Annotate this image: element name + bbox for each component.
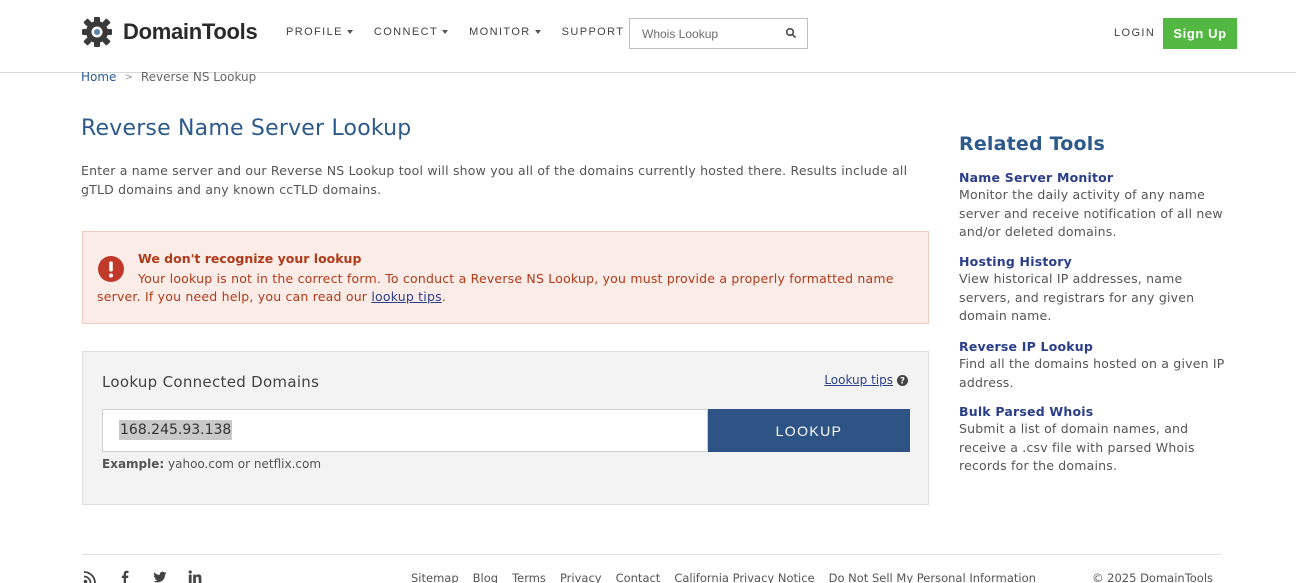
tool-description: View historical IP addresses, name serve… — [959, 271, 1195, 323]
login-link[interactable]: LOGIN — [1114, 27, 1155, 39]
twitter-icon[interactable] — [153, 570, 167, 583]
tool-name-server-monitor-link[interactable]: Name Server Monitor — [959, 170, 1229, 185]
footer-link-privacy[interactable]: Privacy — [560, 571, 602, 583]
lookup-tips[interactable]: Lookup tips ? — [824, 373, 908, 387]
chevron-down-icon — [534, 30, 541, 34]
alert-message-text: Your lookup is not in the correct form. … — [97, 271, 894, 304]
search-icon[interactable] — [785, 27, 797, 39]
whois-search-box — [629, 18, 808, 49]
tool-hosting-history-link[interactable]: Hosting History — [959, 254, 1229, 269]
nav-support[interactable]: SUPPORT — [562, 26, 625, 38]
social-links — [83, 570, 223, 583]
page-intro: Enter a name server and our Reverse NS L… — [81, 163, 908, 197]
alert-title: We don't recognize your lookup — [138, 251, 362, 266]
lookup-panel-title: Lookup Connected Domains — [102, 373, 320, 391]
example-text: yahoo.com or netflix.com — [164, 457, 322, 471]
tool-bulk-parsed-whois-link[interactable]: Bulk Parsed Whois — [959, 404, 1229, 419]
footer-link-terms[interactable]: Terms — [512, 571, 546, 583]
related-tool-item: Hosting History View historical IP addre… — [959, 254, 1229, 326]
tool-description: Submit a list of domain names, and recei… — [959, 421, 1195, 473]
tool-description: Find all the domains hosted on a given I… — [959, 356, 1225, 390]
chevron-down-icon — [346, 30, 353, 34]
footer-link-do-not-sell[interactable]: Do Not Sell My Personal Information — [829, 571, 1036, 583]
footer-link-blog[interactable]: Blog — [473, 571, 498, 583]
nav-profile[interactable]: PROFILE — [286, 26, 353, 38]
site-header: DomainTools PROFILE CONNECT MONITOR SUPP… — [0, 0, 1296, 73]
nav-monitor[interactable]: MONITOR — [469, 26, 541, 38]
rss-icon[interactable] — [83, 570, 97, 583]
main-nav: PROFILE CONNECT MONITOR SUPPORT — [286, 26, 645, 38]
signup-button[interactable]: Sign Up — [1163, 18, 1237, 49]
nav-connect[interactable]: CONNECT — [373, 26, 449, 38]
footer-link-contact[interactable]: Contact — [616, 571, 661, 583]
nav-profile-label: PROFILE — [286, 26, 343, 38]
related-tool-item: Reverse IP Lookup Find all the domains h… — [959, 339, 1229, 392]
footer-divider — [82, 554, 1221, 555]
footer-link-california-privacy[interactable]: California Privacy Notice — [674, 571, 814, 583]
footer-links: Sitemap Blog Terms Privacy Contact Calif… — [411, 571, 1050, 583]
question-circle-icon[interactable]: ? — [897, 374, 908, 386]
name-server-input[interactable] — [102, 409, 708, 452]
facebook-icon[interactable] — [118, 570, 132, 583]
related-tool-item: Bulk Parsed Whois Submit a list of domai… — [959, 404, 1229, 476]
breadcrumb-separator: > — [124, 71, 133, 83]
gear-logo-icon — [82, 17, 112, 47]
nav-connect-label: CONNECT — [373, 26, 439, 38]
lookup-button[interactable]: LOOKUP — [708, 409, 910, 452]
brand-name: DomainTools — [123, 19, 258, 44]
logo[interactable]: DomainTools — [81, 16, 258, 48]
alert-message-end: . — [441, 289, 446, 304]
linkedin-icon[interactable] — [188, 570, 202, 583]
nav-support-label: SUPPORT — [561, 26, 625, 38]
tool-reverse-ip-lookup-link[interactable]: Reverse IP Lookup — [959, 339, 1229, 354]
footer-link-sitemap[interactable]: Sitemap — [411, 571, 459, 583]
related-tool-item: Name Server Monitor Monitor the daily ac… — [959, 170, 1229, 242]
lookup-tips-link[interactable]: Lookup tips — [824, 373, 893, 387]
page-title: Reverse Name Server Lookup — [81, 116, 412, 141]
lookup-example: Example: yahoo.com or netflix.com — [102, 457, 321, 471]
chevron-down-icon — [442, 30, 449, 34]
whois-search-input[interactable] — [630, 19, 780, 48]
breadcrumb-current: Reverse NS Lookup — [140, 70, 257, 84]
copyright: © 2025 DomainTools — [1092, 571, 1214, 583]
tool-description: Monitor the daily activity of any name s… — [959, 187, 1223, 239]
alert-lookup-tips-link[interactable]: lookup tips — [371, 289, 441, 304]
svg-text:?: ? — [900, 376, 905, 385]
breadcrumb-home[interactable]: Home — [81, 70, 116, 84]
error-alert: We don't recognize your lookup Your look… — [82, 231, 929, 324]
related-tools-title: Related Tools — [959, 133, 1105, 155]
example-label: Example: — [102, 457, 165, 471]
nav-monitor-label: MONITOR — [469, 26, 531, 38]
breadcrumb: Home > Reverse NS Lookup — [81, 70, 256, 84]
alert-message: Your lookup is not in the correct form. … — [97, 270, 917, 306]
lookup-panel: Lookup Connected Domains Lookup tips ? 1… — [82, 351, 929, 505]
